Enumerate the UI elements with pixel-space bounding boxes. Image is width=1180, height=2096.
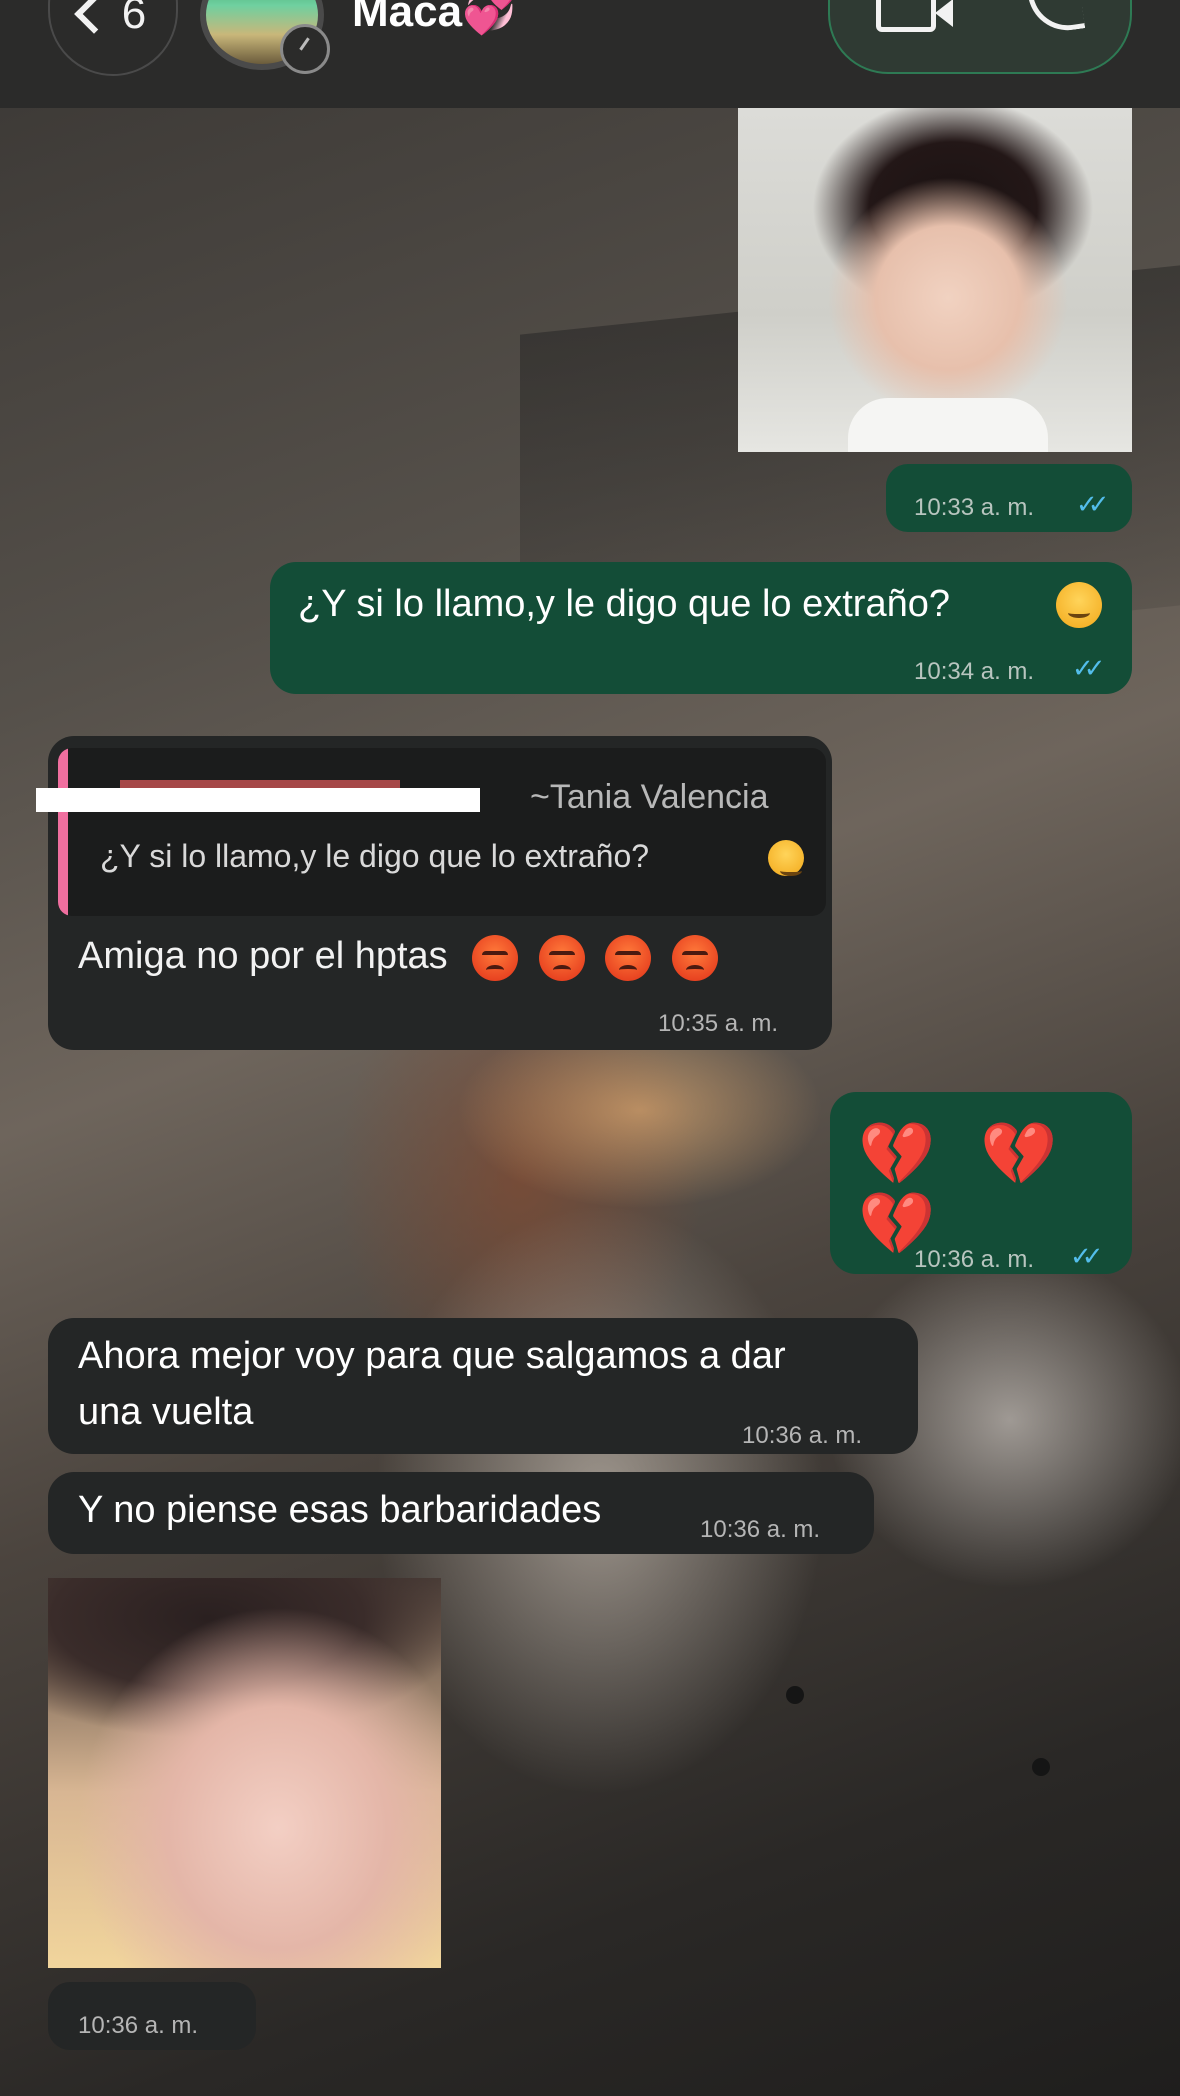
quote-text: ¿Y si lo llamo,y le digo que lo extraño? [100, 838, 650, 874]
video-call-icon[interactable] [876, 0, 953, 32]
message-bubble-incoming[interactable]: Ahora mejor voy para que salgamos a dar … [48, 1318, 918, 1454]
message-text: una vuelta [78, 1391, 254, 1433]
unread-count: 6 [121, 0, 147, 38]
quoted-message[interactable] [58, 748, 826, 916]
message-time: 10:35 a. m. [658, 1010, 779, 1037]
message-time: 10:36 a. m. [78, 2012, 199, 2039]
read-ticks-icon: ✓✓ [1076, 489, 1109, 519]
quote-author: ~Tania Valencia [530, 778, 769, 816]
contact-name[interactable]: Maca💞 [352, 0, 517, 34]
message-text: Amiga no por el hptas [78, 932, 718, 981]
angry-face-emoji [538, 934, 585, 981]
message-bubble-incoming[interactable]: 10:36 a. m. [48, 1982, 256, 2050]
angry-face-emoji [472, 934, 519, 981]
quote-bar [58, 748, 68, 916]
message-bubble-outgoing[interactable]: ¿Y si lo llamo,y le digo que lo extraño?… [270, 562, 1132, 694]
chat-header: 6 Maca💞 [0, 0, 1180, 108]
back-button[interactable]: 6 [48, 0, 178, 76]
broken-heart-emojis: 💔 💔 💔 [858, 1120, 1072, 1259]
message-text-content: Amiga no por el hptas [78, 935, 448, 977]
message-text: ¿Y si lo llamo,y le digo que lo extraño? [298, 583, 950, 625]
read-ticks-icon: ✓✓ [1072, 653, 1105, 683]
sleepy-face-emoji [768, 840, 804, 876]
angry-face-emoji [605, 934, 652, 981]
message-text: Ahora mejor voy para que salgamos a dar [78, 1335, 786, 1377]
wallpaper-detail [786, 1686, 804, 1704]
message-time: 10:33 a. m. [914, 494, 1035, 521]
message-time: 10:36 a. m. [742, 1422, 863, 1449]
sleepy-face-emoji [1056, 582, 1102, 628]
angry-face-emoji [671, 934, 718, 981]
message-time: 10:36 a. m. [700, 1516, 821, 1543]
redaction-mark [36, 788, 480, 812]
received-image[interactable] [48, 1578, 441, 1968]
message-text: Y no piense esas barbaridades [78, 1489, 602, 1531]
status-icon [280, 24, 330, 74]
message-time: 10:34 a. m. [914, 658, 1035, 685]
message-bubble-incoming[interactable]: Y no piense esas barbaridades 10:36 a. m… [48, 1472, 874, 1554]
sent-image[interactable] [738, 108, 1132, 452]
call-buttons-group [828, 0, 1132, 74]
wallpaper-detail [1032, 1758, 1050, 1776]
message-bubble-outgoing[interactable]: 10:33 a. m. ✓✓ [886, 464, 1132, 532]
chevron-left-icon [73, 0, 114, 34]
